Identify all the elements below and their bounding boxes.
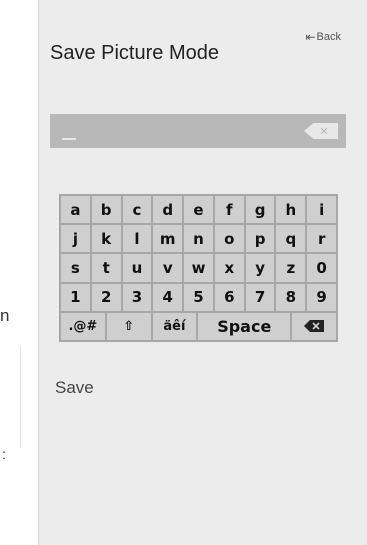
key-l[interactable]: l xyxy=(122,225,152,253)
key-t[interactable]: t xyxy=(91,254,121,282)
key-u[interactable]: u xyxy=(122,254,152,282)
on-screen-keyboard: a b c d e f g h i j k l m n o p q r s t … xyxy=(59,194,338,342)
key-k[interactable]: k xyxy=(91,225,121,253)
back-button[interactable]: ⇤ Back xyxy=(305,30,341,44)
back-label: Back xyxy=(316,31,341,43)
keyboard-row: s t u v w x y z 0 xyxy=(61,254,337,282)
text-cursor xyxy=(62,138,76,140)
key-q[interactable]: q xyxy=(276,225,306,253)
key-v[interactable]: v xyxy=(153,254,183,282)
save-button[interactable]: Save xyxy=(55,378,94,398)
space-key[interactable]: Space xyxy=(198,312,291,341)
divider xyxy=(20,346,21,448)
key-2[interactable]: 2 xyxy=(91,283,121,311)
key-j[interactable]: j xyxy=(61,225,90,253)
key-a[interactable]: a xyxy=(61,196,90,224)
key-y[interactable]: y xyxy=(245,254,275,282)
key-h[interactable]: h xyxy=(276,196,306,224)
keyboard-row: .@# ⇧ äêí Space xyxy=(61,312,336,341)
key-o[interactable]: o xyxy=(214,225,244,253)
key-3[interactable]: 3 xyxy=(122,283,152,311)
key-f[interactable]: f xyxy=(214,196,244,224)
key-4[interactable]: 4 xyxy=(153,283,183,311)
key-x[interactable]: x xyxy=(214,254,244,282)
key-i[interactable]: i xyxy=(307,196,337,224)
keyboard-row: j k l m n o p q r xyxy=(61,225,337,253)
key-d[interactable]: d xyxy=(153,196,183,224)
key-b[interactable]: b xyxy=(91,196,121,224)
shift-icon: ⇧ xyxy=(123,318,135,334)
save-picture-mode-panel: ⇤ Back Save Picture Mode ✕ a b c d e f g… xyxy=(38,0,367,545)
key-w[interactable]: w xyxy=(184,254,213,282)
key-c[interactable]: c xyxy=(122,196,152,224)
shift-key[interactable]: ⇧ xyxy=(106,312,151,341)
key-g[interactable]: g xyxy=(245,196,275,224)
key-z[interactable]: z xyxy=(276,254,306,282)
key-1[interactable]: 1 xyxy=(61,283,90,311)
keyboard-row: a b c d e f g h i xyxy=(61,196,337,224)
name-input[interactable]: ✕ xyxy=(50,114,346,148)
key-m[interactable]: m xyxy=(153,225,183,253)
key-p[interactable]: p xyxy=(245,225,275,253)
background-text-fragment: n xyxy=(0,306,10,325)
key-s[interactable]: s xyxy=(61,254,90,282)
accents-key[interactable]: äêí xyxy=(152,312,197,341)
key-9[interactable]: 9 xyxy=(307,283,337,311)
clear-button[interactable]: ✕ xyxy=(304,123,338,139)
clear-icon: ✕ xyxy=(319,125,329,138)
key-6[interactable]: 6 xyxy=(214,283,244,311)
key-0[interactable]: 0 xyxy=(307,254,337,282)
backspace-icon xyxy=(304,320,325,333)
symbols-key[interactable]: .@# xyxy=(61,312,105,341)
backspace-key[interactable] xyxy=(292,312,336,341)
background-text-fragment: : xyxy=(2,446,6,462)
page-title: Save Picture Mode xyxy=(50,42,219,64)
key-r[interactable]: r xyxy=(307,225,337,253)
keyboard-row: 1 2 3 4 5 6 7 8 9 xyxy=(61,283,337,311)
back-arrow-icon: ⇤ xyxy=(305,30,316,44)
key-e[interactable]: e xyxy=(184,196,213,224)
key-n[interactable]: n xyxy=(184,225,213,253)
key-8[interactable]: 8 xyxy=(276,283,306,311)
key-7[interactable]: 7 xyxy=(245,283,275,311)
background-area xyxy=(0,0,38,545)
key-5[interactable]: 5 xyxy=(184,283,213,311)
